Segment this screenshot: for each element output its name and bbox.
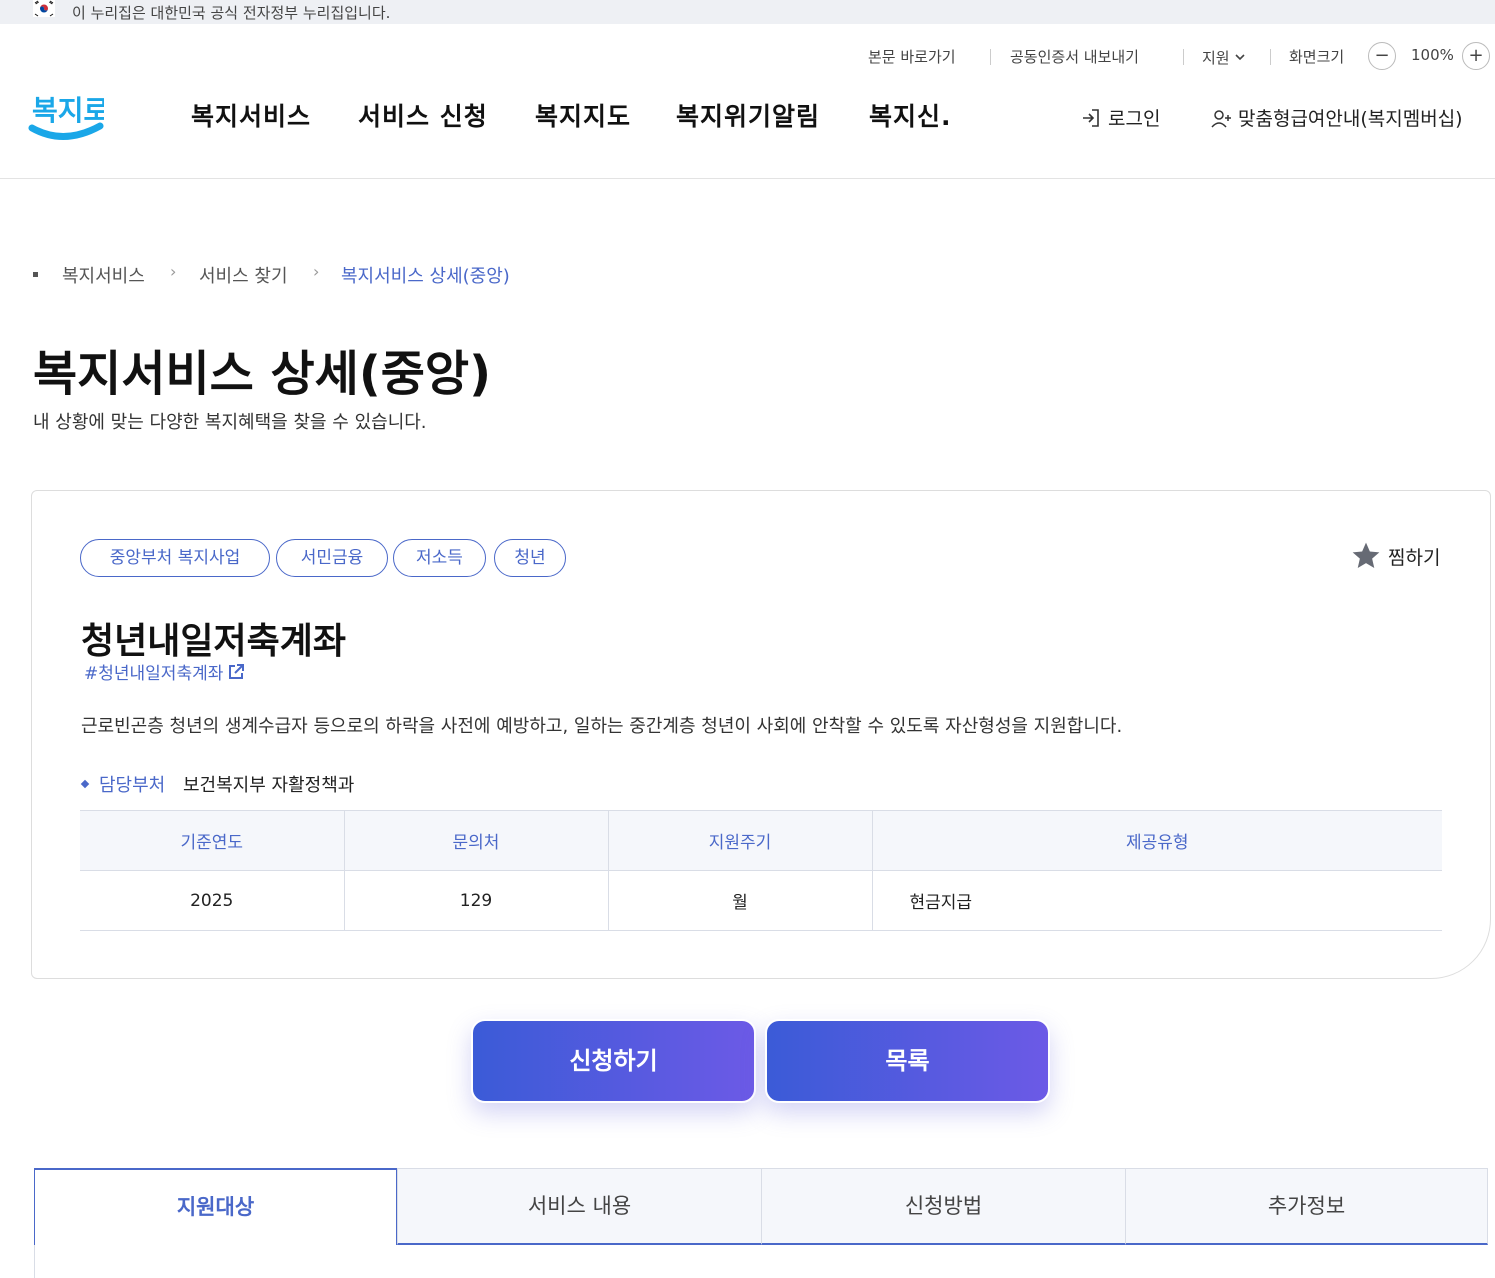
zoom-in-button[interactable]: + bbox=[1462, 42, 1490, 70]
korean-flag-icon bbox=[33, 0, 55, 17]
breadcrumb-item-welfare-service[interactable]: 복지서비스 bbox=[62, 262, 145, 288]
cell-contact: 129 bbox=[343, 870, 608, 931]
list-button[interactable]: 목록 bbox=[765, 1019, 1050, 1103]
gov-banner-text: 이 누리집은 대한민국 공식 전자정부 누리집입니다. bbox=[72, 4, 391, 22]
table-header-row: 기준연도 문의처 지원주기 제공유형 bbox=[80, 810, 1442, 871]
zoom-label: 화면크기 bbox=[1289, 48, 1345, 66]
cert-export-link[interactable]: 공동인증서 내보내기 bbox=[1010, 46, 1139, 68]
gnb-crisis-alert[interactable]: 복지위기알림 bbox=[676, 97, 820, 133]
tag-low-income[interactable]: 저소득 bbox=[393, 539, 486, 577]
login-label: 로그인 bbox=[1108, 108, 1161, 130]
membership-label: 맞춤형급여안내(복지멤버십) bbox=[1238, 108, 1463, 130]
logo-text: 복지로 bbox=[32, 94, 104, 127]
breadcrumb-item-current: 복지서비스 상세(중앙) bbox=[341, 266, 510, 287]
header-divider bbox=[0, 178, 1495, 179]
tab-additional-info[interactable]: 추가정보 bbox=[1125, 1168, 1488, 1245]
tab-service-content[interactable]: 서비스 내용 bbox=[397, 1168, 761, 1245]
divider bbox=[1270, 49, 1271, 65]
tag-central-ministry[interactable]: 중앙부처 복지사업 bbox=[80, 539, 270, 577]
cell-type: 현금지급 bbox=[871, 870, 1442, 931]
service-info-table: 기준연도 문의처 지원주기 제공유형 2025 129 월 현금지급 bbox=[80, 810, 1442, 931]
gov-banner: 이 누리집은 대한민국 공식 전자정부 누리집입니다. bbox=[0, 0, 1495, 24]
tag-youth[interactable]: 청년 bbox=[494, 539, 566, 577]
skip-to-content-link[interactable]: 본문 바로가기 bbox=[868, 46, 956, 68]
gnb-welfare-new[interactable]: 복지신. bbox=[869, 97, 952, 133]
cell-cycle: 월 bbox=[607, 870, 872, 931]
dept-label: 담당부처 bbox=[99, 775, 166, 796]
external-link-icon bbox=[229, 663, 245, 679]
membership-link[interactable]: 맞춤형급여안내(복지멤버십) bbox=[1210, 104, 1463, 131]
gnb-service-apply[interactable]: 서비스 신청 bbox=[358, 97, 488, 133]
table-row: 2025 129 월 현금지급 bbox=[80, 870, 1442, 931]
login-link[interactable]: 로그인 bbox=[1080, 104, 1160, 131]
column-header-cycle: 지원주기 bbox=[607, 810, 872, 871]
zoom-value: 100% bbox=[1411, 46, 1454, 64]
dept-value: 보건복지부 자활정책과 bbox=[183, 775, 355, 796]
page-subtitle: 내 상황에 맞는 다양한 복지혜택을 찾을 수 있습니다. bbox=[33, 412, 427, 433]
divider bbox=[1183, 49, 1184, 65]
tab-how-to-apply[interactable]: 신청방법 bbox=[761, 1168, 1125, 1245]
cell-year: 2025 bbox=[80, 870, 344, 931]
language-select[interactable]: 지원 bbox=[1202, 46, 1246, 68]
bokjiro-logo[interactable]: 복지로 bbox=[28, 82, 104, 144]
gnb-welfare-map[interactable]: 복지지도 bbox=[535, 97, 631, 133]
favorite-button[interactable]: 찜하기 bbox=[1350, 540, 1440, 572]
favorite-label: 찜하기 bbox=[1388, 546, 1441, 569]
zoom-out-button[interactable]: − bbox=[1368, 42, 1396, 70]
service-title: 청년내일저축계좌 bbox=[81, 621, 346, 662]
breadcrumb-item-service-search[interactable]: 서비스 찾기 bbox=[199, 262, 288, 288]
column-header-year: 기준연도 bbox=[80, 810, 344, 871]
column-header-type: 제공유형 bbox=[871, 810, 1442, 871]
page-title: 복지서비스 상세(중앙) bbox=[33, 346, 492, 402]
language-label: 지원 bbox=[1202, 48, 1230, 67]
tab-eligibility[interactable]: 지원대상 bbox=[34, 1168, 397, 1245]
login-icon bbox=[1083, 108, 1099, 127]
add-user-icon bbox=[1211, 109, 1231, 128]
service-description: 근로빈곤층 청년의 생계수급자 등으로의 하락을 사전에 예방하고, 일하는 중… bbox=[81, 716, 1123, 737]
hashtag-label: #청년내일저축계좌 bbox=[84, 664, 224, 684]
service-hashtag-link[interactable]: #청년내일저축계좌 bbox=[84, 659, 245, 684]
tab-panel-border bbox=[34, 1245, 35, 1278]
gnb-welfare-service[interactable]: 복지서비스 bbox=[191, 97, 311, 133]
star-icon bbox=[1352, 542, 1380, 568]
tag-finance[interactable]: 서민금융 bbox=[276, 539, 388, 577]
chevron-down-icon bbox=[1235, 54, 1245, 61]
apply-button[interactable]: 신청하기 bbox=[471, 1019, 756, 1103]
chevron-right-icon: › bbox=[313, 262, 320, 281]
divider bbox=[990, 49, 991, 65]
breadcrumb-home-dot bbox=[33, 272, 38, 277]
chevron-right-icon: › bbox=[170, 262, 177, 281]
column-header-contact: 문의처 bbox=[343, 810, 608, 871]
